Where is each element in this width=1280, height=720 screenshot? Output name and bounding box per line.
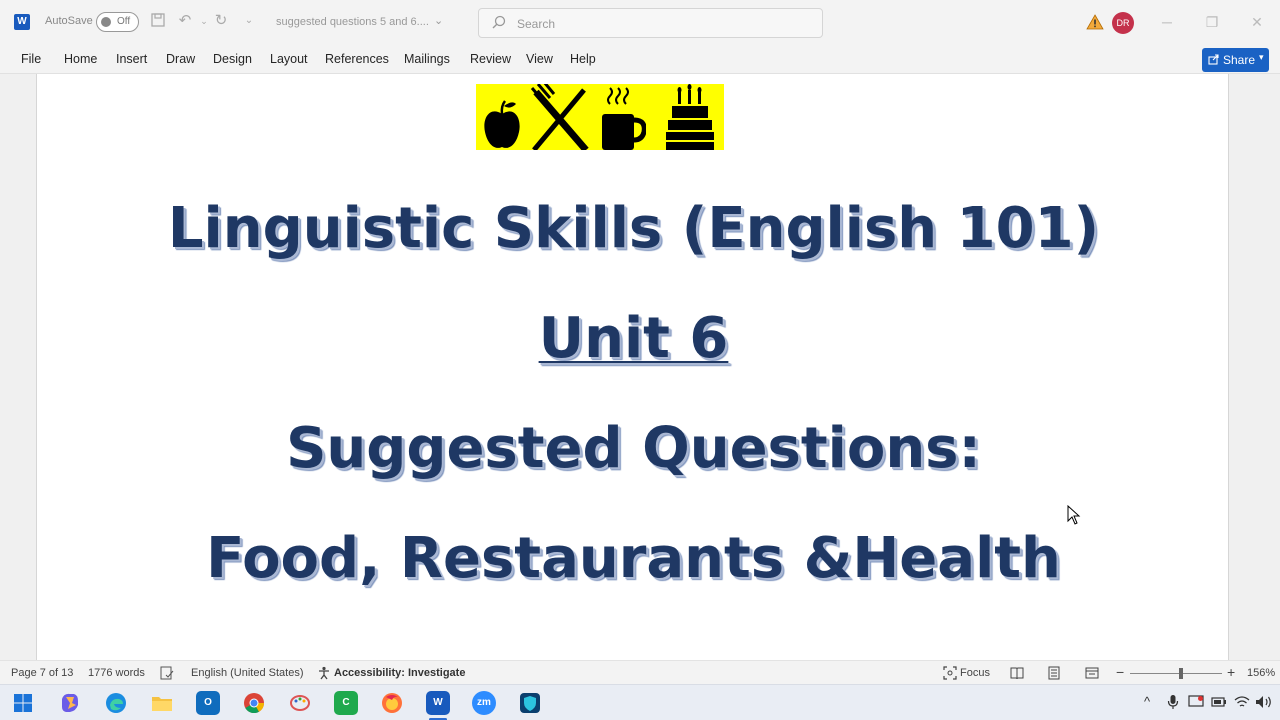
accessibility-status[interactable]: Accessibility: Investigate — [334, 667, 465, 679]
tab-draw[interactable]: Draw — [166, 52, 195, 66]
tab-layout[interactable]: Layout — [270, 52, 308, 66]
autosave-state: Off — [117, 16, 131, 27]
restore-icon[interactable]: ❐ — [1202, 12, 1222, 32]
accessibility-icon — [319, 666, 329, 680]
zoom-slider[interactable] — [1130, 673, 1222, 674]
read-mode-icon[interactable] — [1010, 666, 1024, 680]
share-icon — [1208, 54, 1219, 65]
document-canvas[interactable]: Linguistic Skills (English 101) Unit 6 S… — [0, 74, 1280, 660]
page-count[interactable]: Page 7 of 13 — [11, 667, 73, 679]
unit-text: Unit 6 — [538, 306, 729, 371]
avatar[interactable]: DR — [1112, 12, 1134, 34]
zoom-slider-thumb[interactable] — [1178, 668, 1183, 679]
shield-app-icon[interactable] — [518, 691, 542, 715]
customize-quick-access-icon[interactable]: ⌄ — [240, 12, 258, 30]
document-heading-course[interactable]: Linguistic Skills (English 101) — [37, 196, 1230, 261]
close-icon[interactable]: ✕ — [1247, 12, 1267, 32]
tab-design[interactable]: Design — [213, 52, 252, 66]
windows-start-icon[interactable] — [11, 691, 35, 715]
tab-home[interactable]: Home — [64, 52, 97, 66]
undo-dropdown-icon[interactable]: ⌄ — [195, 12, 213, 30]
proofing-icon[interactable] — [160, 666, 174, 680]
autosave-toggle[interactable]: Off — [96, 12, 139, 32]
copilot-icon[interactable] — [58, 691, 82, 715]
zoom-out-icon[interactable]: − — [1116, 664, 1124, 680]
tab-view[interactable]: View — [526, 52, 553, 66]
document-title[interactable]: suggested questions 5 and 6.... — [276, 16, 429, 28]
battery-icon[interactable] — [1211, 696, 1227, 708]
share-button[interactable]: Share ▾ — [1202, 48, 1269, 72]
document-heading-unit[interactable]: Unit 6 — [37, 306, 1230, 371]
title-bar: W AutoSave Off ↶ ⌄ ↻ ⌄ suggested questio… — [0, 0, 1280, 44]
share-label: Share — [1223, 53, 1256, 67]
food-icons-banner[interactable] — [476, 84, 724, 150]
save-icon[interactable] — [149, 12, 167, 30]
focus-button[interactable]: Focus — [960, 667, 990, 679]
search-box[interactable]: Search — [478, 8, 823, 38]
tab-review[interactable]: Review — [470, 52, 511, 66]
paint-icon[interactable] — [288, 691, 312, 715]
coffee-cup-icon — [602, 87, 646, 150]
wifi-icon[interactable] — [1234, 695, 1250, 709]
document-page[interactable]: Linguistic Skills (English 101) Unit 6 S… — [36, 74, 1229, 660]
firefox-icon[interactable] — [380, 691, 404, 715]
search-placeholder: Search — [517, 17, 556, 31]
tab-help[interactable]: Help — [570, 52, 596, 66]
chevron-down-icon[interactable]: ⌄ — [434, 14, 443, 27]
tab-file[interactable]: File — [21, 52, 41, 66]
zoom-in-icon[interactable]: + — [1227, 664, 1235, 680]
camtasia-icon[interactable]: C — [334, 691, 358, 715]
undo-icon[interactable]: ↶ — [176, 12, 194, 30]
document-heading-questions[interactable]: Suggested Questions: — [37, 416, 1230, 481]
print-layout-icon[interactable] — [1047, 666, 1061, 680]
chevron-down-icon: ▾ — [1259, 52, 1264, 62]
apple-icon — [484, 100, 520, 148]
word-taskbar-icon[interactable]: W — [426, 691, 450, 715]
tab-mailings[interactable]: Mailings — [404, 52, 450, 66]
minimize-icon[interactable]: ─ — [1157, 12, 1177, 32]
file-explorer-icon[interactable] — [150, 691, 174, 715]
search-icon — [492, 15, 506, 29]
zoom-level[interactable]: 156% — [1247, 667, 1275, 679]
redo-icon[interactable]: ↻ — [212, 12, 230, 30]
microphone-icon[interactable] — [1167, 694, 1179, 710]
warning-icon[interactable] — [1086, 13, 1104, 31]
language-status[interactable]: English (United States) — [191, 667, 304, 679]
web-layout-icon[interactable] — [1085, 666, 1099, 680]
zoom-icon[interactable]: zm — [472, 691, 496, 715]
ribbon-tabs: File Home Insert Draw Design Layout Refe… — [0, 44, 1280, 74]
word-count[interactable]: 1776 words — [88, 667, 145, 679]
screen-share-icon[interactable] — [1188, 695, 1204, 709]
birthday-cake-icon — [666, 84, 714, 150]
windows-taskbar: O C W zm ^ — [0, 684, 1280, 720]
tray-chevron-up-icon[interactable]: ^ — [1144, 694, 1150, 709]
toggle-knob — [101, 17, 111, 27]
tab-insert[interactable]: Insert — [116, 52, 147, 66]
volume-icon[interactable] — [1255, 695, 1273, 709]
fork-knife-icon — [530, 84, 589, 150]
status-bar: Page 7 of 13 1776 words English (United … — [0, 660, 1280, 684]
edge-icon[interactable] — [104, 691, 128, 715]
outlook-icon[interactable]: O — [196, 691, 220, 715]
mouse-cursor-icon — [1067, 505, 1081, 525]
word-app-icon[interactable]: W — [14, 14, 30, 30]
tab-references[interactable]: References — [325, 52, 389, 66]
chrome-icon[interactable] — [242, 691, 266, 715]
focus-icon — [943, 666, 957, 680]
autosave-label: AutoSave — [45, 15, 93, 27]
document-heading-topic[interactable]: Food, Restaurants &Health — [37, 526, 1230, 591]
